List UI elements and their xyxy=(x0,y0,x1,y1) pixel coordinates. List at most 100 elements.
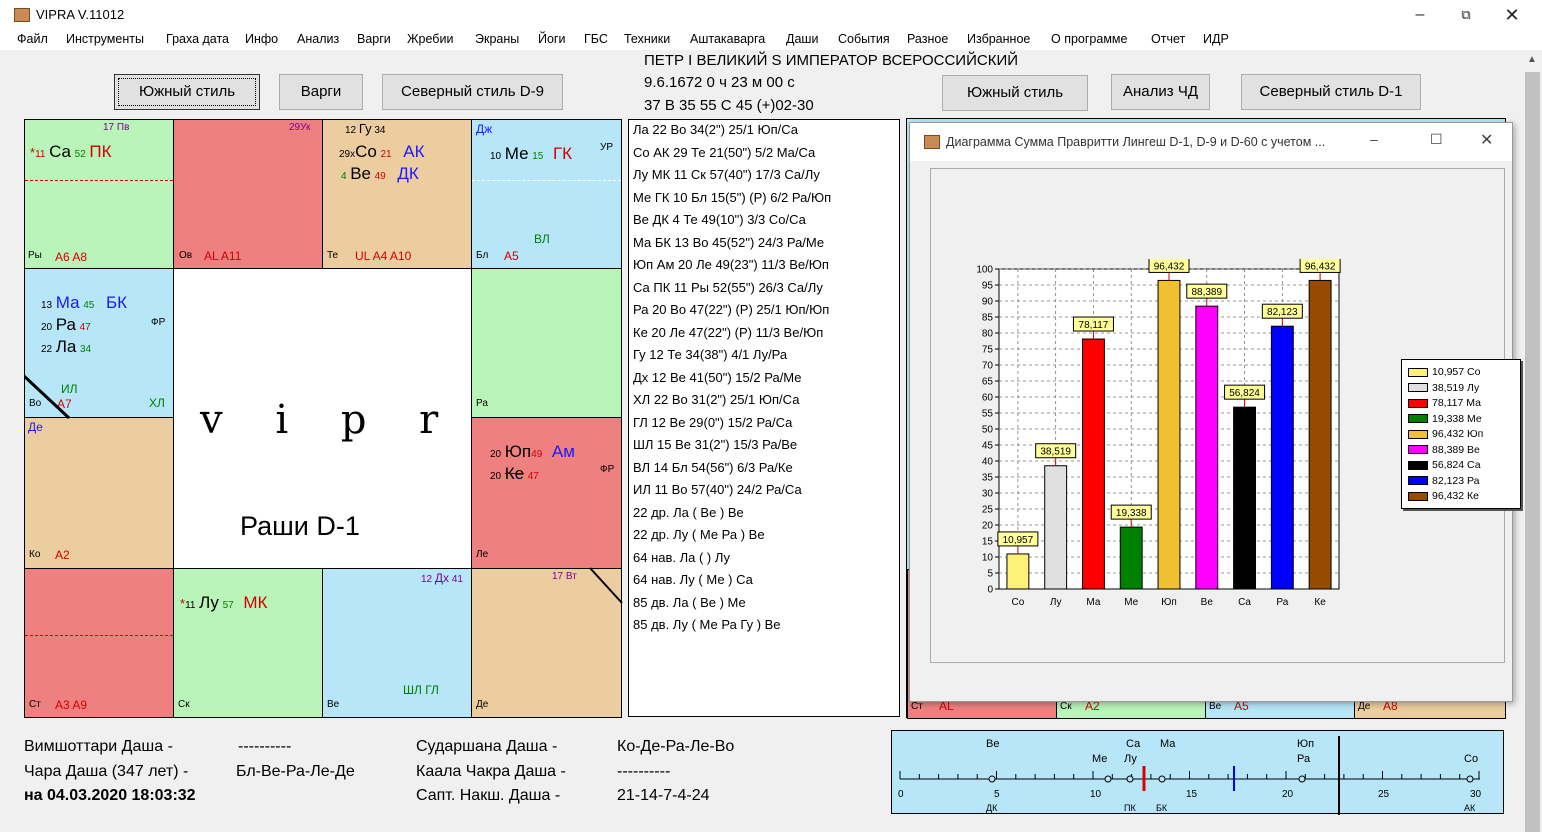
house-gemini[interactable]: Дж 10 Ме 15 ГК УР ВЛ Бл A5 xyxy=(471,119,622,269)
north-style-d9-button[interactable]: Северный стиль D-9 xyxy=(382,74,563,110)
north-style-d1-button[interactable]: Северный стиль D-1 xyxy=(1241,74,1421,110)
planet-list-row: 64 нав. Ла ( ) Лу xyxy=(633,549,731,565)
legend-item: 96,432 Юп xyxy=(1408,428,1483,440)
x-tick-label: Ра xyxy=(1276,597,1288,608)
menu-ashtakavarga[interactable]: Аштакаварга xyxy=(690,32,765,46)
menu-idr[interactable]: ИДР xyxy=(1203,32,1229,46)
menu-yogas[interactable]: Йоги xyxy=(538,32,565,46)
planet-list-row: ХЛ 22 Во 31(2") 25/1 Юп/Са xyxy=(633,392,800,407)
y-tick-label: 0 xyxy=(987,585,993,596)
legend-item: 88,389 Ве xyxy=(1408,444,1480,456)
menu-lots[interactable]: Жребии xyxy=(407,32,453,46)
timeline-svg xyxy=(899,736,1480,815)
menu-screens[interactable]: Экраны xyxy=(475,32,519,46)
x-tick-label: Ма xyxy=(1086,597,1100,608)
chart-window-titlebar[interactable]: Диаграмма Сумма Правритти Лингеш D-1, D-… xyxy=(910,123,1512,161)
bar-chart: 0 5 10 15 20 25 30 35 40 45 50 55 60 65 70 75 80 85 90 95 10… xyxy=(976,259,1341,608)
vertical-scrollbar[interactable]: ▲ xyxy=(1523,50,1542,832)
chara-label: Чара Даша (347 лет) - xyxy=(24,763,189,780)
minimize-icon[interactable]: – xyxy=(1400,4,1440,26)
menu-dashas[interactable]: Даши xyxy=(786,32,818,46)
scroll-up-icon[interactable]: ▲ xyxy=(1527,54,1537,65)
chart-close-icon[interactable]: ✕ xyxy=(1480,130,1493,150)
house-aries[interactable]: 29Ук Ов AL A11 xyxy=(173,119,323,269)
legend-label: 19,338 Ме xyxy=(1432,412,1482,425)
planet-list: Ла 22 Во 34(2") 25/1 Юп/Са Со АК 29 Те 21… xyxy=(628,119,900,717)
planet-list-row: 85 дв. Лу ( Ме Ра Гу ) Ве xyxy=(633,617,781,632)
tl-ma: Ма xyxy=(1160,738,1176,750)
vimshottari-value: ---------- xyxy=(238,738,292,755)
planet-list-row: Ве ДК 4 Те 49(10") 3/3 Со/Са xyxy=(633,212,806,227)
x-tick-label: Ве xyxy=(1201,597,1214,608)
menu-favorites[interactable]: Избранное xyxy=(967,32,1030,46)
y-tick-label: 85 xyxy=(982,313,994,324)
tl-ra: Ра xyxy=(1297,753,1311,765)
x-tick-label: Ме xyxy=(1124,597,1138,608)
close-icon[interactable]: ✕ xyxy=(1492,4,1532,26)
bar-data-label: 82,123 xyxy=(1267,307,1298,318)
bar-4 xyxy=(1157,279,1181,590)
chd-analysis-button[interactable]: Анализ ЧД xyxy=(1111,74,1210,110)
menu-vargi[interactable]: Варги xyxy=(357,32,391,46)
x-tick-label: Юп xyxy=(1161,597,1177,608)
menu-gbs[interactable]: ГБС xyxy=(584,32,608,46)
planet-list-row: ШЛ 15 Ве 31(2") 15/3 Ра/Ве xyxy=(633,437,798,452)
menu-misc[interactable]: Разное xyxy=(907,32,948,46)
south-style-button[interactable]: Южный стиль xyxy=(114,74,260,110)
planet-list-row: Гу 12 Те 34(38") 4/1 Лу/Ра xyxy=(633,347,788,362)
bar-data-label: 96,432 xyxy=(1154,261,1185,272)
bar-data-label: 38,519 xyxy=(1040,447,1071,458)
bar-0 xyxy=(1006,553,1030,590)
menu-techniques[interactable]: Техники xyxy=(624,32,670,46)
menu-about[interactable]: О программе xyxy=(1051,32,1127,46)
window-icon xyxy=(924,135,940,149)
legend-label: 10,957 Со xyxy=(1432,366,1481,378)
legend-swatch xyxy=(1408,429,1428,439)
house-pisces[interactable]: 17 Пв *11 Са 52 ПК Ры A6 A8 xyxy=(24,119,174,269)
menu-info[interactable]: Инфо xyxy=(245,32,278,46)
legend-label: 38,519 Лу xyxy=(1432,381,1480,394)
planet-list-row: Ра 20 Во 47(22") (Р) 25/1 Юп/Юп xyxy=(633,302,830,317)
bar-2 xyxy=(1081,338,1105,590)
legend-swatch xyxy=(1408,367,1428,377)
y-tick-label: 40 xyxy=(982,457,994,468)
menu-tools[interactable]: Инструменты xyxy=(66,32,144,46)
menu-events[interactable]: События xyxy=(838,32,890,46)
sapt-label: Сапт. Накш. Даша - xyxy=(416,787,561,804)
legend-swatch xyxy=(1408,414,1428,424)
y-tick-label: 15 xyxy=(982,537,994,548)
chart-minimize-icon[interactable]: – xyxy=(1370,131,1378,147)
tl-tick-0: 0 xyxy=(898,789,904,800)
legend-label: 96,432 Ке xyxy=(1432,490,1479,502)
legend-item: 96,432 Ке xyxy=(1408,490,1479,502)
bar-3 xyxy=(1119,526,1143,590)
house-taurus[interactable]: 12 Гу 34 29xСо 21 АК 4 Ве 49 ДК Те UL A4… xyxy=(322,119,472,269)
chara-value: Бл-Ве-Ра-Ле-Де xyxy=(236,763,355,780)
tl-pk: ПК xyxy=(1124,803,1136,813)
bar-data-label: 19,338 xyxy=(1116,508,1147,519)
legend-swatch xyxy=(1408,383,1428,393)
x-tick-label: Са xyxy=(1238,597,1251,608)
chart-maximize-icon[interactable]: ☐ xyxy=(1430,131,1443,148)
menu-analysis[interactable]: Анализ xyxy=(297,32,339,46)
legend-label: 82,123 Ра xyxy=(1432,474,1480,487)
tl-tick-30: 30 xyxy=(1470,789,1482,800)
vargi-button[interactable]: Варги xyxy=(279,74,363,110)
menu-report[interactable]: Отчет xyxy=(1151,32,1185,46)
birth-date: 9.6.1672 0 ч 23 м 00 с xyxy=(644,74,795,91)
south-style-right-button[interactable]: Южный стиль xyxy=(942,75,1088,111)
dasha-date: на 04.03.2020 18:03:32 xyxy=(24,787,196,804)
menu-graha-data[interactable]: Граха дата xyxy=(166,32,229,46)
restore-icon[interactable]: ⧉ xyxy=(1446,4,1486,26)
kaala-label: Каала Чакра Даша - xyxy=(416,763,566,780)
tl-yup: Юп xyxy=(1297,738,1315,750)
menu-file[interactable]: Файл xyxy=(17,32,48,46)
tl-tick-5: 5 xyxy=(994,789,1000,800)
bar-data-label: 56,824 xyxy=(1229,388,1260,399)
y-tick-label: 50 xyxy=(982,425,994,436)
y-tick-label: 45 xyxy=(982,441,994,452)
scrollbar-thumb[interactable] xyxy=(1525,72,1540,832)
chart-window[interactable]: Диаграмма Сумма Правритти Лингеш D-1, D-… xyxy=(909,122,1521,702)
planet-list-row: ВЛ 14 Бл 54(56") 6/3 Ра/Ке xyxy=(633,459,793,475)
person-name: ПЕТР I ВЕЛИКИЙ S ИМПЕРАТОР ВСЕРОССИЙСКИЙ xyxy=(644,52,1019,69)
